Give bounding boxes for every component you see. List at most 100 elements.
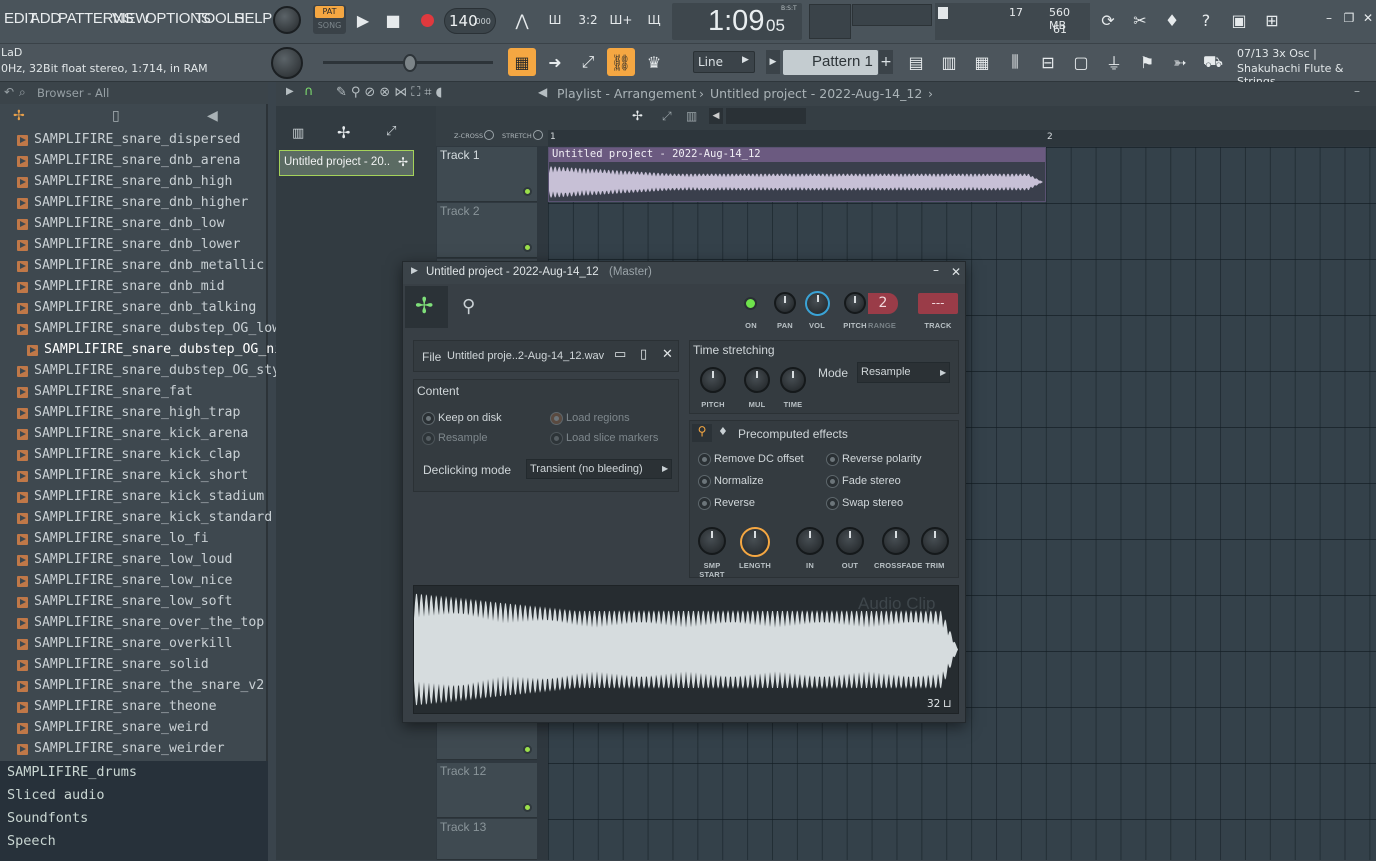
browser-file-item[interactable]: SAMPLIFIRE_snare_dnb_arena <box>0 151 268 172</box>
pat-song-toggle[interactable]: PAT SONG <box>313 5 346 34</box>
mixer-icon[interactable]: ⫼ <box>1001 48 1029 76</box>
browser-file-item[interactable]: SAMPLIFIRE_snare_lo_fi <box>0 529 268 550</box>
pitch-range-value[interactable]: 2 <box>868 293 898 314</box>
next-arrow-icon[interactable]: ➜ <box>541 48 569 76</box>
fade-stereo-radio[interactable] <box>826 475 839 488</box>
browser-folder-item[interactable]: Speech <box>0 830 268 853</box>
ts-mul-knob[interactable] <box>744 367 770 393</box>
track-header[interactable]: Track 1 <box>437 147 537 202</box>
menu-add[interactable]: ADD <box>30 10 61 27</box>
browser-file-item[interactable]: SAMPLIFIRE_snare_dnb_talking <box>0 298 268 319</box>
browser-file-item[interactable]: SAMPLIFIRE_snare_dnb_higher <box>0 193 268 214</box>
trim-knob[interactable] <box>921 527 949 555</box>
countdown-icon[interactable]: 3:2 <box>574 6 602 34</box>
scroll-left-icon[interactable]: ◀ <box>709 108 723 124</box>
play-button[interactable]: ▶ <box>349 6 377 34</box>
browser-back-icon[interactable]: ↶ <box>4 85 14 99</box>
browser-file-item[interactable]: SAMPLIFIRE_snare_kick_arena <box>0 424 268 445</box>
browser-file-icon[interactable]: ▯ <box>112 108 120 124</box>
track-mute-led[interactable] <box>523 243 532 252</box>
browser-speaker-icon[interactable]: ◀ <box>207 108 218 124</box>
fade-out-knob[interactable] <box>836 527 864 555</box>
browser-folder-item[interactable]: Sliced audio <box>0 784 268 807</box>
on-led[interactable] <box>744 297 757 310</box>
pan-knob[interactable] <box>774 292 796 314</box>
menu-help[interactable]: HELP <box>234 10 272 27</box>
browser-file-item[interactable]: SAMPLIFIRE_snare_weirder <box>0 739 268 760</box>
picker-audio-icon[interactable]: ✢ <box>337 123 350 142</box>
vol-knob[interactable] <box>805 291 830 316</box>
normalize-radio[interactable] <box>698 475 711 488</box>
channel-rack-icon[interactable]: ▦ <box>968 48 996 76</box>
magnet-icon[interactable]: ∩ <box>304 84 314 99</box>
pattern-prev-icon[interactable]: ▶ <box>766 50 780 74</box>
swap-stereo-radio[interactable] <box>826 497 839 510</box>
browser-file-item[interactable]: SAMPLIFIRE_snare_kick_short <box>0 466 268 487</box>
browser-file-item[interactable]: SAMPLIFIRE_snare_low_loud <box>0 550 268 571</box>
loop-record-icon[interactable]: Щ <box>640 6 668 34</box>
ts-pitch-knob[interactable] <box>700 367 726 393</box>
wait-input-icon[interactable]: Ш <box>541 6 569 34</box>
clip-piano-icon[interactable]: ▥ <box>686 109 697 123</box>
waveform-display[interactable]: Audio Clip 32 ⊔ <box>413 585 959 714</box>
browser-folder-item[interactable]: Soundfonts <box>0 807 268 830</box>
length-knob[interactable] <box>740 527 770 557</box>
browser-file-item[interactable]: SAMPLIFIRE_snare_kick_clap <box>0 445 268 466</box>
playlist-view-button[interactable]: ▦ <box>508 48 536 76</box>
browser-file-item[interactable]: SAMPLIFIRE_snare_fat <box>0 382 268 403</box>
clear-file-icon[interactable]: ✕ <box>662 347 673 362</box>
ts-time-knob[interactable] <box>780 367 806 393</box>
link-icon[interactable]: ⛓ <box>607 48 635 76</box>
timeline-ruler[interactable]: 1 2 <box>548 130 1376 146</box>
track-mute-led[interactable] <box>523 745 532 754</box>
browser-file-item[interactable]: SAMPLIFIRE_snare_solid <box>0 655 268 676</box>
browser-filter-icon[interactable]: ✢ <box>13 108 25 124</box>
tempo-display[interactable]: 140 .000 <box>444 8 496 34</box>
dialog-titlebar[interactable]: ▶ Untitled project - 2022-Aug-14_12 (Mas… <box>403 262 965 284</box>
browser-icon[interactable]: ⊟ <box>1034 48 1062 76</box>
browser-file-item[interactable]: SAMPLIFIRE_snare_dubstep_OG_style <box>0 361 296 382</box>
shop-icon[interactable]: ⛟ <box>1199 48 1227 76</box>
restore-window-icon[interactable]: ❐ <box>1340 8 1358 28</box>
add-pattern-icon[interactable]: + <box>879 50 893 74</box>
menu-view[interactable]: VIEW <box>112 10 149 27</box>
minimize-window-icon[interactable]: – <box>1320 8 1338 28</box>
plugin-icon[interactable]: ⏚ <box>1100 48 1128 76</box>
pitch-knob[interactable] <box>844 292 866 314</box>
snap-selector[interactable]: Line ▶ <box>693 51 755 73</box>
track-mute-led[interactable] <box>523 187 532 196</box>
master-volume-knob[interactable] <box>273 6 301 34</box>
browser-file-item[interactable]: SAMPLIFIRE_snare_weird <box>0 718 268 739</box>
crossfade-knob[interactable] <box>882 527 910 555</box>
reverse-polarity-radio[interactable] <box>826 453 839 466</box>
track-mute-led[interactable] <box>523 803 532 812</box>
metronome-icon[interactable]: ⋀ <box>508 6 536 34</box>
browser-file-item[interactable]: SAMPLIFIRE_snare_theone <box>0 697 268 718</box>
remove-dc-radio[interactable] <box>698 453 711 466</box>
cut-icon[interactable]: ✂ <box>1126 6 1154 34</box>
track-header[interactable]: Track 13 <box>437 819 537 860</box>
main-slider-handle[interactable] <box>403 54 417 72</box>
browse-file-icon[interactable]: ▯ <box>640 347 647 362</box>
tool-icons[interactable]: ✎⚲⊘⊗⋈⛶⌗◖ <box>336 85 446 100</box>
master-pitch-knob[interactable] <box>271 47 303 79</box>
playlist-window-icon[interactable]: ▤ <box>902 48 930 76</box>
picker-selected-clip[interactable]: Untitled project - 20.. ✢ <box>279 150 414 176</box>
track-header[interactable]: Track 12 <box>437 763 537 818</box>
browser-file-item[interactable]: SAMPLIFIRE_snare_dnb_metallic <box>0 256 268 277</box>
browser-folder-item[interactable]: SAMPLIFIRE_drums <box>0 761 268 784</box>
browser-file-item[interactable]: SAMPLIFIRE_snare_low_nice <box>0 571 268 592</box>
pattern-selector[interactable]: Pattern 1 <box>783 50 878 75</box>
project-icon[interactable]: ▢ <box>1067 48 1095 76</box>
load-regions-radio[interactable] <box>550 412 563 425</box>
browser-file-item[interactable]: SAMPLIFIRE_snare_high_trap <box>0 403 268 424</box>
dialog-minimize-icon[interactable]: – <box>933 263 939 277</box>
stop-button[interactable]: ■ <box>379 6 407 34</box>
zoom-scrollbar[interactable] <box>726 108 806 124</box>
mixer-track-selector[interactable]: --- <box>918 293 958 314</box>
playlist-menu-arrow-icon[interactable]: ▶ <box>286 86 294 97</box>
save-icon[interactable]: ▣ <box>1225 6 1253 34</box>
playlist-minimize-icon[interactable]: – <box>1354 84 1360 98</box>
browser-file-item[interactable]: SAMPLIFIRE_snare_low_soft <box>0 592 268 613</box>
browser-file-item[interactable]: SAMPLIFIRE_snare_overkill <box>0 634 268 655</box>
